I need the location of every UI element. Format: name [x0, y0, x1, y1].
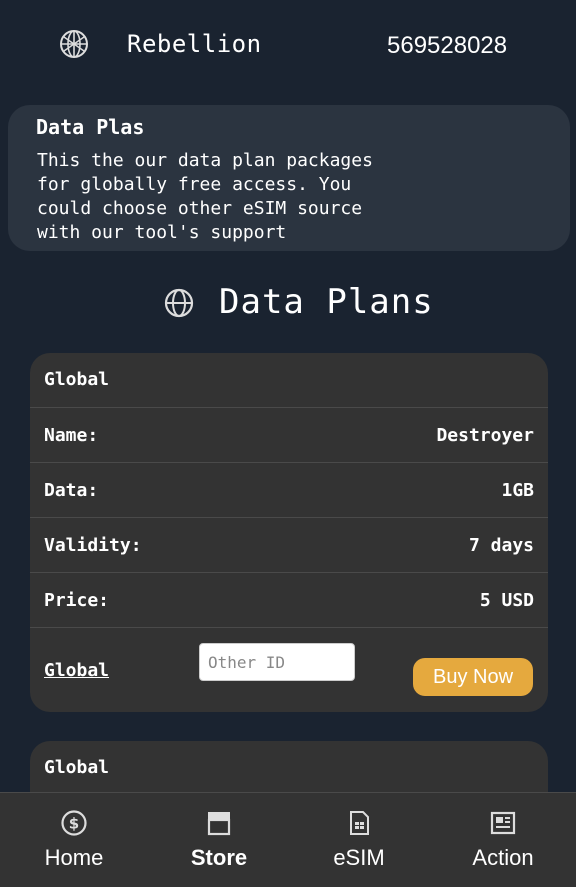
- news-icon: [490, 811, 516, 835]
- plan-region: Global: [44, 757, 110, 778]
- tab-label: Action: [472, 845, 534, 870]
- dollar-circle-icon: $: [61, 810, 87, 836]
- globe-icon: [164, 288, 194, 318]
- plan-row-name: Name: Destroyer: [30, 408, 548, 463]
- row-label: Validity:: [44, 535, 142, 556]
- tab-action[interactable]: Action: [431, 793, 575, 887]
- app-name: Rebellion: [127, 30, 262, 58]
- info-card: Data Plas This the our data plan package…: [8, 105, 570, 251]
- tab-esim[interactable]: eSIM: [287, 793, 431, 887]
- region-link[interactable]: Global: [44, 660, 109, 681]
- buy-now-button[interactable]: Buy Now: [413, 658, 533, 696]
- plan-row-validity: Validity: 7 days: [30, 518, 548, 573]
- row-label: Price:: [44, 590, 110, 611]
- section-heading: Data Plans: [219, 282, 434, 322]
- account-number: 569528028: [387, 32, 508, 59]
- tab-label: Store: [190, 845, 248, 870]
- row-value: 1GB: [501, 480, 534, 501]
- tab-home[interactable]: $ Home: [2, 793, 146, 887]
- bottom-tab-bar: $ Home Store eSIM Action: [0, 792, 576, 887]
- info-title: Data Plas: [36, 115, 145, 139]
- row-value: 5 USD: [479, 590, 534, 611]
- sim-card-icon: [350, 811, 369, 835]
- globe-grid-logo-icon: [60, 30, 88, 58]
- plan-actions: Global Buy Now: [30, 628, 548, 712]
- plan-card: Global Name: Destroyer Data: 1GB Validit…: [30, 353, 548, 712]
- tab-label: Home: [44, 845, 104, 870]
- row-label: Data:: [44, 480, 99, 501]
- row-value: 7 days: [468, 535, 534, 556]
- plan-row-price: Price: 5 USD: [30, 573, 548, 628]
- tab-store[interactable]: Store: [147, 793, 291, 887]
- svg-text:$: $: [69, 815, 79, 833]
- row-value: Destroyer: [436, 425, 534, 446]
- plan-region-header: Global: [30, 741, 548, 796]
- other-id-input[interactable]: [199, 643, 355, 681]
- plan-region: Global: [44, 369, 110, 390]
- plan-row-data: Data: 1GB: [30, 463, 548, 518]
- tab-label: eSIM: [333, 845, 385, 870]
- header: Rebellion 569528028: [0, 0, 576, 92]
- row-label: Name:: [44, 425, 99, 446]
- store-icon: [207, 812, 231, 836]
- info-text: This the our data plan packages for glob…: [37, 150, 373, 243]
- plan-region-header: Global: [30, 353, 548, 408]
